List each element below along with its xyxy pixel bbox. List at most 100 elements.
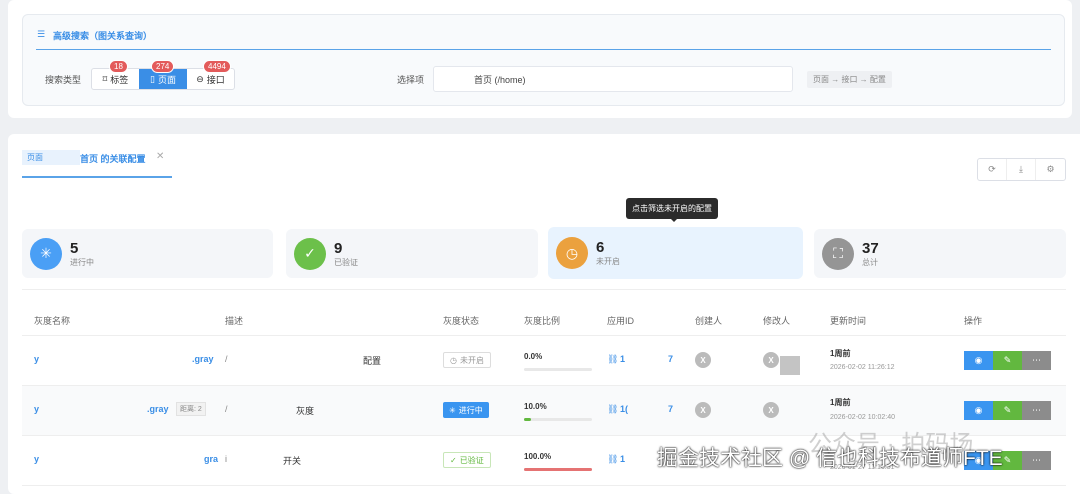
column-header: 操作 — [964, 316, 983, 326]
refresh-icon[interactable]: ⟳ — [978, 159, 1007, 180]
tab-underline — [22, 176, 172, 178]
updated-time: 2026-02-02 11:26:12 — [830, 364, 895, 371]
stat-in-progress[interactable]: ✳ 5 进行中 — [22, 229, 273, 278]
stat-total[interactable]: ⛶ 37 总计 — [814, 229, 1066, 278]
search-type-selector: 18 ⌑ 标签 274 ▯ 页面 4494 ⊖ 接口 — [91, 60, 235, 90]
search-type-label: 搜索类型 — [45, 75, 82, 85]
api-count-badge: 4494 — [203, 60, 231, 73]
gray-name-link[interactable]: y — [34, 404, 39, 414]
more-icon[interactable]: ⋯ — [1022, 451, 1051, 470]
select-item-input[interactable]: 首页 (/home) — [433, 66, 793, 92]
description-start: / — [225, 354, 228, 364]
tooltip-arrow — [670, 218, 678, 222]
app-id-link[interactable]: 1( — [620, 404, 628, 414]
more-icon[interactable]: ⋯ — [1022, 351, 1051, 370]
creator-avatar: X — [695, 402, 711, 418]
more-icon[interactable]: ⋯ — [1022, 401, 1051, 420]
description-start: i — [225, 454, 227, 464]
table-row[interactable]: y .gray / 配置 ◷ 未开启 0.0% ⛓ 1 7 X X 1周前 202… — [22, 336, 1066, 386]
column-header: 灰度状态 — [443, 316, 480, 326]
status-badge: ✳ 进行中 — [443, 402, 489, 418]
title-divider — [36, 49, 1051, 50]
type-label: 标签 — [110, 74, 129, 85]
edit-icon[interactable]: ✎ — [993, 351, 1022, 370]
loading-icon: ✳ — [30, 237, 62, 270]
status-text: 进行中 — [458, 405, 483, 415]
close-icon[interactable]: ✕ — [156, 151, 164, 162]
stat-value: 9 — [334, 239, 343, 257]
page-count-badge: 274 — [151, 60, 175, 73]
link-icon: ⛓ — [607, 454, 619, 464]
type-label: 接口 — [206, 74, 225, 85]
description-start: / — [225, 404, 228, 414]
ratio-value: 0.0% — [524, 352, 543, 361]
updated-relative: 1周前 — [830, 349, 851, 358]
stat-label: 已验证 — [334, 257, 358, 267]
link-icon: ⊖ — [196, 73, 204, 84]
status-badge: ✓ 已验证 — [443, 452, 491, 468]
gray-name-suffix[interactable]: gra — [204, 454, 218, 464]
gray-name-link[interactable]: y — [34, 354, 39, 364]
divider — [22, 289, 1066, 290]
tag-count-badge: 18 — [109, 60, 128, 73]
ratio-bar — [524, 368, 592, 371]
select-value: 首页 (/home) — [474, 74, 526, 85]
stat-label: 进行中 — [70, 257, 94, 267]
search-title: 高级搜索（图关系查询） — [53, 31, 153, 41]
tooltip: 点击筛选未开启的配置 — [626, 198, 718, 219]
ratio-fill — [524, 468, 592, 471]
row-actions: ◉ ✎ ⋯ — [964, 351, 1051, 370]
ratio-value: 10.0% — [524, 402, 547, 411]
stat-label: 未开启 — [596, 257, 620, 266]
app-id-link[interactable]: 1 — [620, 354, 625, 364]
status-text: 未开启 — [459, 355, 484, 365]
column-header: 创建人 — [695, 316, 723, 326]
column-header: 灰度名称 — [34, 316, 71, 326]
type-label: 页面 — [157, 74, 176, 85]
column-header: 更新时间 — [830, 316, 867, 326]
edit-icon[interactable]: ✎ — [993, 401, 1022, 420]
distance-tag: 距离: 2 — [176, 402, 206, 416]
modifier-avatar: X — [763, 402, 779, 418]
column-header: 应用ID — [607, 316, 635, 326]
modifier-image — [780, 356, 800, 375]
loading-icon: ✳ — [449, 405, 456, 415]
settings-icon[interactable]: ⚙ — [1036, 159, 1065, 180]
download-icon[interactable]: ⤓ — [1007, 159, 1036, 180]
tab-title[interactable]: 首页 的关联配置 — [80, 152, 146, 165]
check-icon: ✓ — [450, 455, 457, 465]
type-tag-button[interactable]: 18 ⌑ 标签 — [92, 60, 139, 89]
app-id-extra[interactable]: 7 — [668, 404, 673, 414]
search-card: ☰ 高级搜索（图关系查询） 搜索类型 18 ⌑ 标签 274 ▯ 页面 4494 ⊖ 接口 … — [8, 0, 1072, 118]
stat-not-started[interactable]: ◷ 6 未开启 — [548, 227, 803, 279]
description: 开关 — [283, 456, 302, 466]
stat-value: 5 — [70, 239, 79, 257]
column-header: 灰度比例 — [524, 316, 561, 326]
gray-name-suffix[interactable]: .gray — [147, 404, 169, 414]
app-id-extra[interactable]: 7 — [668, 354, 673, 364]
advanced-search-panel: ☰ 高级搜索（图关系查询） 搜索类型 18 ⌑ 标签 274 ▯ 页面 4494 ⊖ 接口 … — [22, 14, 1065, 106]
view-icon[interactable]: ◉ — [964, 351, 993, 370]
ratio-bar — [524, 418, 592, 421]
select-label: 选择项 — [397, 75, 425, 85]
app-id-link[interactable]: 1 — [620, 454, 625, 464]
file-icon: ▯ — [150, 73, 155, 84]
creator-avatar: X — [695, 352, 711, 368]
column-header: 修改人 — [763, 316, 791, 326]
ratio-bar — [524, 468, 592, 471]
updated-time: 2026-02-02 10:02:40 — [830, 414, 895, 421]
ratio-fill — [524, 418, 531, 421]
gray-name-suffix[interactable]: .gray — [192, 354, 214, 364]
type-page-button[interactable]: 274 ▯ 页面 — [139, 60, 187, 89]
stat-verified[interactable]: ✓ 9 已验证 — [286, 229, 538, 278]
updated-relative: 1周前 — [830, 398, 851, 407]
type-api-button[interactable]: 4494 ⊖ 接口 — [187, 60, 234, 89]
stat-value: 37 — [862, 239, 879, 257]
description: 配置 — [363, 356, 382, 366]
table-header: 灰度名称 描述 灰度状态 灰度比例 应用ID 创建人 修改人 更新时间 操作 — [22, 300, 1066, 336]
modifier-avatar: X — [763, 352, 779, 368]
column-header: 描述 — [225, 316, 244, 326]
ratio-value: 100.0% — [524, 452, 552, 461]
gray-name-link[interactable]: y — [34, 454, 39, 464]
view-icon[interactable]: ◉ — [964, 401, 993, 420]
